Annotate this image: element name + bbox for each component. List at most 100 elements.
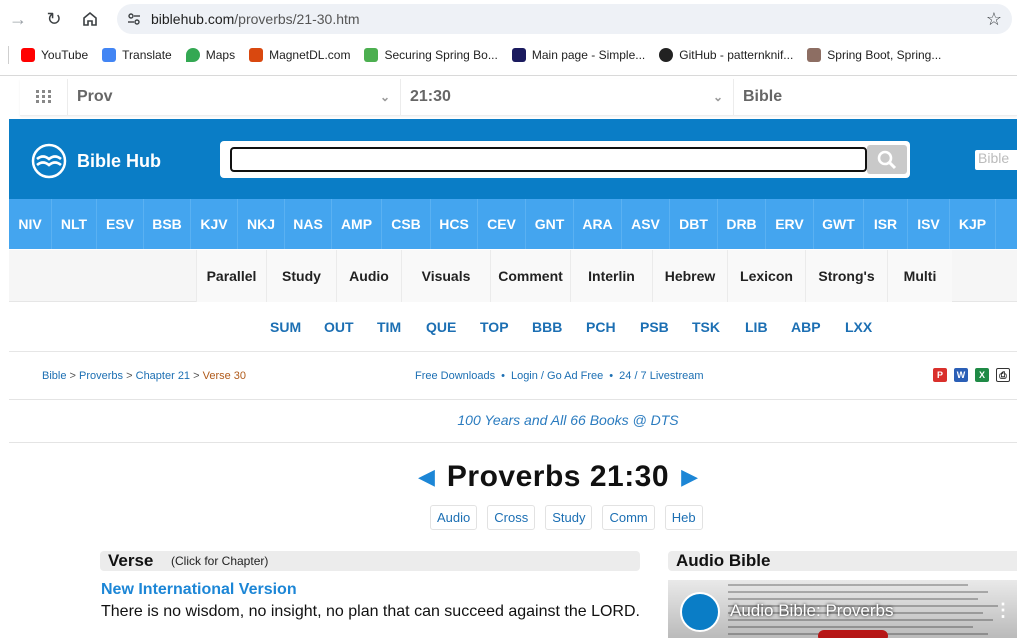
livestream-link[interactable]: 24 / 7 Livestream: [619, 370, 703, 382]
study-tools: Parallel Study Audio Visuals Comment Interlin…: [196, 250, 952, 302]
tool-audio[interactable]: Audio: [336, 250, 401, 302]
subnav-comm[interactable]: Comm: [602, 505, 655, 530]
version-tab-nkj[interactable]: NKJ: [238, 199, 285, 249]
search-box: [220, 141, 910, 178]
more-options-icon[interactable]: ⋮: [994, 600, 1012, 621]
tool-study[interactable]: Study: [266, 250, 336, 302]
promo-link[interactable]: 100 Years and All 66 Books @ DTS: [0, 412, 1017, 428]
version-tab-drb[interactable]: DRB: [718, 199, 766, 249]
bookmarks-divider: [8, 46, 9, 64]
search-button[interactable]: [867, 145, 907, 174]
version-tab-csb[interactable]: CSB: [382, 199, 431, 249]
version-tab-isr[interactable]: ISR: [864, 199, 908, 249]
version-tab-isv[interactable]: ISV: [908, 199, 950, 249]
passage-selector-bar: Prov ⌄ 21:30 ⌄ Bible: [20, 79, 1017, 116]
site-settings-icon[interactable]: [117, 11, 151, 27]
login-link[interactable]: Login / Go Ad Free: [511, 370, 603, 382]
spring-icon: [807, 48, 822, 62]
grid-menu-icon[interactable]: [20, 79, 68, 115]
version-tab-kjp[interactable]: KJP: [950, 199, 996, 249]
bookmark-youtube[interactable]: YouTube: [21, 48, 88, 62]
resource-abp[interactable]: ABP: [791, 319, 821, 335]
version-tab-nlt[interactable]: NLT: [52, 199, 97, 249]
resource-que[interactable]: QUE: [426, 319, 456, 335]
tool-visuals[interactable]: Visuals: [401, 250, 490, 302]
tool-multi[interactable]: Multi: [887, 250, 952, 302]
version-tab-hcs[interactable]: HCS: [431, 199, 478, 249]
resource-psb[interactable]: PSB: [640, 319, 669, 335]
bookmark-securing-spring[interactable]: Securing Spring Bo...: [364, 48, 498, 62]
site-logo[interactable]: Bible Hub: [31, 143, 161, 179]
subnav-study[interactable]: Study: [545, 505, 593, 530]
resource-bbb[interactable]: BBB: [532, 319, 562, 335]
bookmark-label: Translate: [122, 48, 172, 62]
resource-sum[interactable]: SUM: [270, 319, 301, 335]
tool-strongs[interactable]: Strong's: [805, 250, 887, 302]
subnav-audio[interactable]: Audio: [430, 505, 478, 530]
version-select[interactable]: Bible: [734, 79, 1017, 115]
bookmark-translate[interactable]: Translate: [102, 48, 172, 62]
verse-text: There is no wisdom, no insight, no plan …: [101, 603, 640, 620]
version-tab-gwt[interactable]: GWT: [814, 199, 864, 249]
resource-pch[interactable]: PCH: [586, 319, 616, 335]
bookmarks-bar: YouTube Translate Maps MagnetDL.com Secu…: [0, 40, 1017, 70]
excel-icon[interactable]: X: [975, 368, 989, 382]
breadcrumb-chapter[interactable]: Chapter 21: [136, 370, 190, 382]
version-tab-amp[interactable]: AMP: [332, 199, 382, 249]
resource-tim[interactable]: TIM: [377, 319, 401, 335]
back-arrow-icon[interactable]: →: [0, 1, 36, 37]
next-verse-arrow-icon[interactable]: ▶: [681, 464, 698, 490]
resource-tsk[interactable]: TSK: [692, 319, 720, 335]
bookmark-star-icon[interactable]: ☆: [986, 9, 1002, 30]
resource-out[interactable]: OUT: [324, 319, 354, 335]
chapter-verse-select[interactable]: 21:30 ⌄: [401, 79, 734, 115]
word-icon[interactable]: W: [954, 368, 968, 382]
breadcrumb-sep: >: [126, 370, 133, 382]
version-tab-niv[interactable]: NIV: [9, 199, 52, 249]
resources-row: SUM OUT TIM QUE TOP BBB PCH PSB TSK LIB ABP LXX: [9, 303, 1017, 352]
subnav-cross[interactable]: Cross: [487, 505, 536, 530]
version-tab-gnt[interactable]: GNT: [526, 199, 574, 249]
bookmark-github[interactable]: GitHub - patternknif...: [659, 48, 793, 62]
breadcrumb-book[interactable]: Proverbs: [79, 370, 123, 382]
book-select[interactable]: Prov ⌄: [68, 79, 401, 115]
study-tools-row: Parallel Study Audio Visuals Comment Interlin…: [9, 250, 1017, 302]
pdf-icon[interactable]: P: [933, 368, 947, 382]
version-tab-nas[interactable]: NAS: [285, 199, 332, 249]
address-bar[interactable]: biblehub.com/proverbs/21-30.htm ☆: [117, 4, 1012, 34]
free-downloads-link[interactable]: Free Downloads: [415, 370, 495, 382]
version-tab-ara[interactable]: ARA: [574, 199, 622, 249]
bookmark-spring-boot[interactable]: Spring Boot, Spring...: [807, 48, 941, 62]
bookmark-magnetdl[interactable]: MagnetDL.com: [249, 48, 350, 62]
version-tab-cev[interactable]: CEV: [478, 199, 526, 249]
bible-button[interactable]: Bible: [975, 150, 1017, 170]
reload-icon[interactable]: ↻: [36, 1, 72, 37]
audio-video-player[interactable]: Audio Bible: Proverbs ⋮: [668, 580, 1017, 638]
version-name-link[interactable]: New International Version: [101, 581, 297, 599]
bookmark-maps[interactable]: Maps: [185, 48, 235, 62]
version-tab-dbt[interactable]: DBT: [670, 199, 718, 249]
home-icon[interactable]: [72, 1, 108, 37]
bookmark-main-page[interactable]: Main page - Simple...: [511, 48, 645, 62]
verse-heading: Verse: [108, 551, 154, 570]
verse-section-header[interactable]: Verse (Click for Chapter): [100, 551, 640, 571]
resource-lib[interactable]: LIB: [745, 319, 768, 335]
version-tab-esv[interactable]: ESV: [97, 199, 144, 249]
tool-parallel[interactable]: Parallel: [196, 250, 266, 302]
version-tab-bsb[interactable]: BSB: [144, 199, 191, 249]
search-input[interactable]: [230, 147, 867, 172]
tool-comment[interactable]: Comment: [490, 250, 570, 302]
resource-lxx[interactable]: LXX: [845, 319, 872, 335]
prev-verse-arrow-icon[interactable]: ◀: [418, 464, 435, 490]
version-tab-asv[interactable]: ASV: [622, 199, 670, 249]
breadcrumb-sep: >: [193, 370, 200, 382]
tool-lexicon[interactable]: Lexicon: [727, 250, 805, 302]
print-icon[interactable]: ⎙: [996, 368, 1010, 382]
resource-top[interactable]: TOP: [480, 319, 509, 335]
tool-interlin[interactable]: Interlin: [570, 250, 652, 302]
version-tab-kjv[interactable]: KJV: [191, 199, 238, 249]
subnav-heb[interactable]: Heb: [664, 505, 703, 530]
breadcrumb-bible[interactable]: Bible: [42, 370, 66, 382]
tool-hebrew[interactable]: Hebrew: [652, 250, 727, 302]
version-tab-erv[interactable]: ERV: [766, 199, 814, 249]
